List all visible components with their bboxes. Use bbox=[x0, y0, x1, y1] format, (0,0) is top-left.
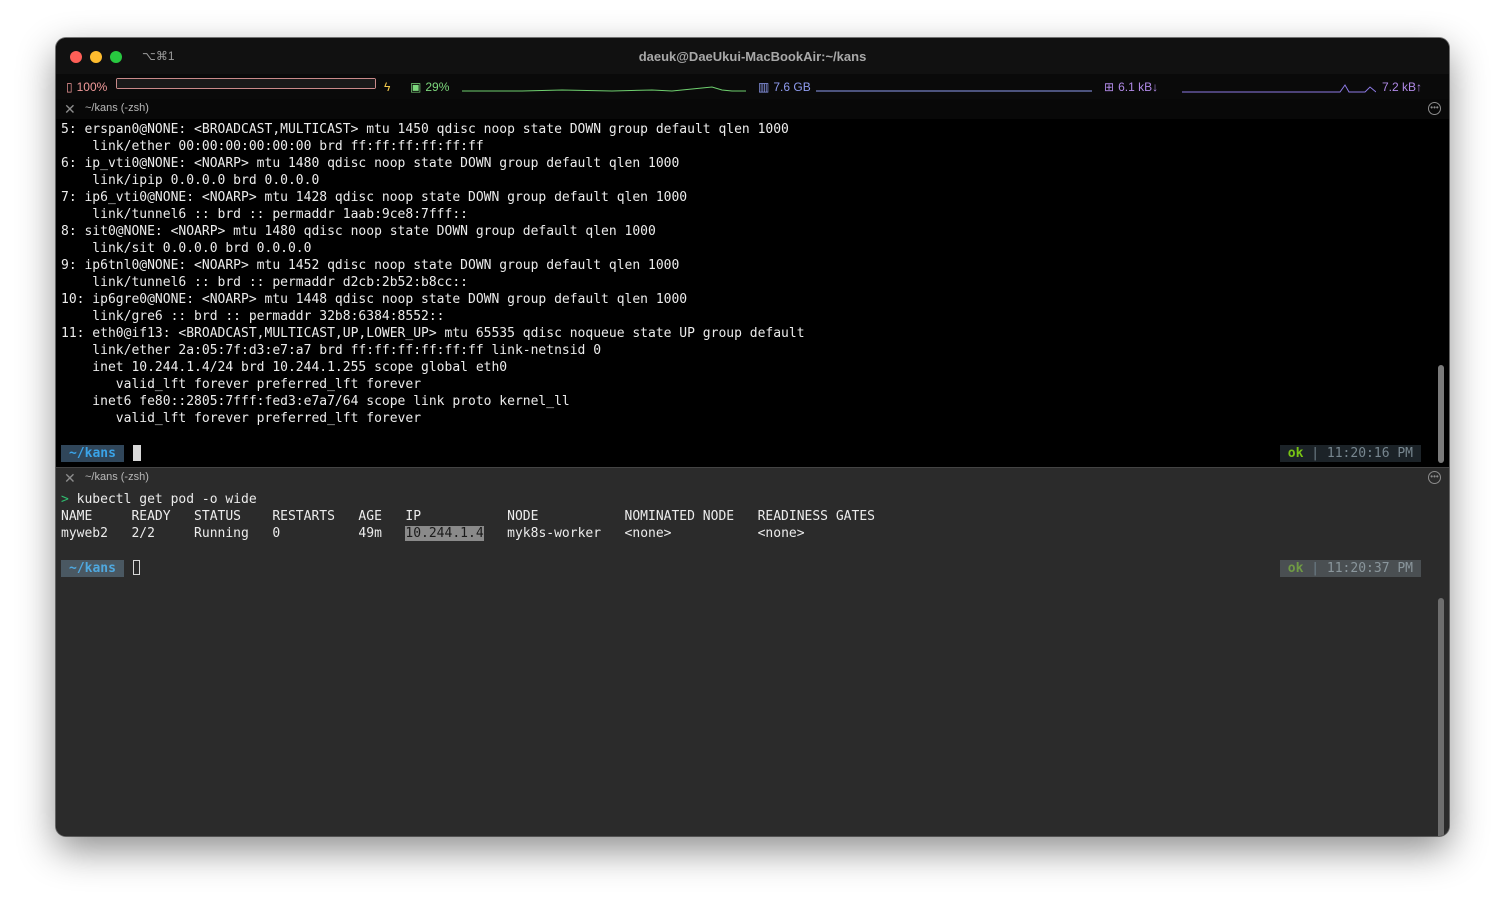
output-line: link/ether 2a:05:7f:d3:e7:a7 brd ff:ff:f… bbox=[61, 343, 602, 358]
output-line: link/gre6 :: brd :: permaddr 32b8:6384:8… bbox=[61, 309, 445, 324]
output-line: 9: ip6tnl0@NONE: <NOARP> mtu 1452 qdisc … bbox=[61, 258, 680, 273]
output-line: link/sit 0.0.0.0 brd 0.0.0.0 bbox=[61, 241, 312, 256]
network-icon: ⊞ bbox=[1104, 80, 1115, 94]
top-status-time: 11:20:16 PM bbox=[1326, 446, 1413, 461]
cpu-sparkline-line bbox=[462, 86, 746, 92]
top-right-prompt: ok | 11:20:16 PM bbox=[1279, 445, 1421, 462]
network-down-value: 6.1 kB↓ bbox=[1118, 80, 1159, 94]
cpu-sparkline bbox=[462, 86, 746, 92]
charging-icon: ϟ bbox=[384, 80, 391, 94]
output-line: link/tunnel6 :: brd :: permaddr d2cb:2b5… bbox=[61, 275, 468, 290]
bottom-scrollbar[interactable] bbox=[1438, 598, 1444, 836]
command-text: kubectl get pod -o wide bbox=[76, 492, 257, 507]
output-line: 8: sit0@NONE: <NOARP> mtu 1480 qdisc noo… bbox=[61, 224, 656, 239]
output-line: 6: ip_vti0@NONE: <NOARP> mtu 1480 qdisc … bbox=[61, 156, 680, 171]
top-status-ok: ok bbox=[1287, 446, 1304, 461]
battery-icon: ▯ bbox=[66, 80, 73, 94]
memory-icon: ▥ bbox=[758, 80, 770, 94]
cpu-status: ▣ 29% bbox=[410, 80, 449, 94]
memory-sparkline bbox=[816, 90, 1092, 92]
output-line: 11: eth0@if13: <BROADCAST,MULTICAST,UP,L… bbox=[61, 326, 805, 341]
bottom-pane-header: ✕ ~/kans (-zsh) ••• bbox=[56, 468, 1449, 488]
bottom-cursor bbox=[133, 560, 140, 575]
bottom-pane-title: ~/kans (-zsh) bbox=[85, 471, 149, 483]
title-bar: ⌥⌘1 daeuk@DaeUkui-MacBookAir:~/kans bbox=[56, 38, 1449, 74]
selected-ip-text[interactable]: 10.244.1.4 bbox=[405, 526, 484, 541]
cpu-value: 29% bbox=[425, 80, 450, 94]
output-line: valid_lft forever preferred_lft forever bbox=[61, 377, 422, 392]
top-status-sep: | bbox=[1311, 446, 1320, 461]
table-header: NAME READY STATUS RESTARTS AGE IP NODE N… bbox=[61, 509, 875, 524]
top-pane-title: ~/kans (-zsh) bbox=[85, 102, 149, 114]
output-line: valid_lft forever preferred_lft forever bbox=[61, 411, 422, 426]
status-bar: ▯ 100% ϟ ▣ 29% ▥ 7.6 GB ⊞ 6.1 kB↓ 7.2 kB↑ bbox=[56, 74, 1449, 99]
bottom-status-ok: ok bbox=[1287, 561, 1304, 576]
bottom-prompt: ~/kans bbox=[61, 560, 124, 577]
output-line: 5: erspan0@NONE: <BROADCAST,MULTICAST> m… bbox=[61, 122, 789, 137]
row-prefix: myweb2 2/2 Running 0 49m bbox=[61, 526, 406, 541]
output-line: inet 10.244.1.4/24 brd 10.244.1.255 scop… bbox=[61, 360, 508, 375]
memory-status: ▥ 7.6 GB bbox=[758, 80, 811, 94]
command-line: > kubectl get pod -o wide bbox=[61, 491, 257, 508]
command-marker: > bbox=[61, 492, 69, 507]
row-suffix: myk8s-worker <none> <none> bbox=[483, 526, 805, 541]
output-line: 7: ip6_vti0@NONE: <NOARP> mtu 1428 qdisc… bbox=[61, 190, 688, 205]
output-line: 10: ip6gre0@NONE: <NOARP> mtu 1448 qdisc… bbox=[61, 292, 688, 307]
network-down-status: ⊞ 6.1 kB↓ bbox=[1104, 80, 1158, 94]
output-line: link/ether 00:00:00:00:00:00 brd ff:ff:f… bbox=[61, 139, 484, 154]
pane-menu-icon[interactable]: ••• bbox=[1428, 471, 1441, 484]
bottom-right-prompt: ok | 11:20:37 PM bbox=[1279, 560, 1421, 577]
table-row: myweb2 2/2 Running 0 49m 10.244.1.4 myk8… bbox=[61, 525, 805, 542]
top-scrollbar[interactable] bbox=[1438, 365, 1444, 463]
top-pane-output: 5: erspan0@NONE: <BROADCAST,MULTICAST> m… bbox=[61, 121, 805, 427]
output-line: link/tunnel6 :: brd :: permaddr 1aab:9ce… bbox=[61, 207, 468, 222]
pane-menu-icon[interactable]: ••• bbox=[1428, 102, 1441, 115]
output-line: link/ipip 0.0.0.0 brd 0.0.0.0 bbox=[61, 173, 320, 188]
battery-status: ▯ 100% bbox=[66, 80, 107, 94]
output-line: inet6 fe80::2805:7fff:fed3:e7a7/64 scope… bbox=[61, 394, 570, 409]
top-prompt: ~/kans bbox=[61, 445, 124, 462]
bottom-status-sep: | bbox=[1311, 561, 1320, 576]
cpu-icon: ▣ bbox=[410, 80, 422, 94]
memory-value: 7.6 GB bbox=[773, 80, 811, 94]
top-cursor bbox=[133, 445, 141, 461]
battery-value: 100% bbox=[76, 80, 108, 94]
terminal-window: ⌥⌘1 daeuk@DaeUkui-MacBookAir:~/kans ▯ 100… bbox=[56, 38, 1449, 836]
close-pane-icon[interactable]: ✕ bbox=[64, 470, 76, 486]
bottom-pane[interactable]: > kubectl get pod -o wide NAME READY STA… bbox=[56, 488, 1449, 836]
window-title: daeuk@DaeUkui-MacBookAir:~/kans bbox=[638, 49, 867, 64]
network-sparkline bbox=[1182, 84, 1376, 93]
top-pane[interactable]: 5: erspan0@NONE: <BROADCAST,MULTICAST> m… bbox=[56, 119, 1449, 467]
bottom-status-time: 11:20:37 PM bbox=[1326, 561, 1413, 576]
network-up-value: 7.2 kB↑ bbox=[1382, 80, 1423, 94]
close-pane-icon[interactable]: ✕ bbox=[64, 101, 76, 117]
battery-bar bbox=[116, 78, 376, 89]
top-pane-header: ✕ ~/kans (-zsh) ••• bbox=[56, 99, 1449, 119]
battery-bar-fill bbox=[117, 79, 375, 88]
network-sparkline-line bbox=[1182, 84, 1376, 93]
